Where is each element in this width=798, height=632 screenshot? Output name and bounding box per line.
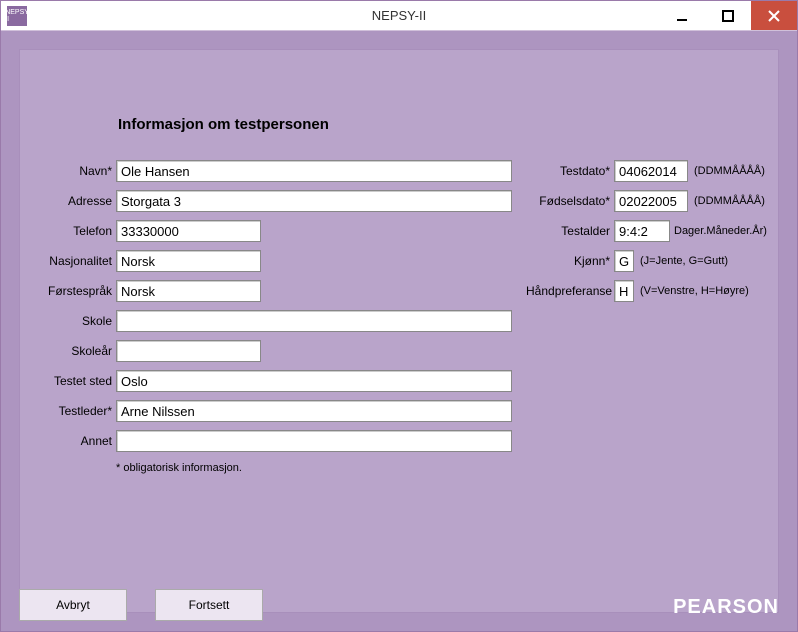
hint-testalder: Dager.Måneder.År) <box>674 225 767 237</box>
label-skole: Skole <box>20 314 116 328</box>
brand-logo: PEARSON <box>673 596 779 619</box>
app-window: NEPSY II NEPSY-II Informasjon om testper… <box>0 0 798 632</box>
hint-kjonn: (J=Jente, G=Gutt) <box>640 255 728 267</box>
label-kjonn: Kjønn* <box>526 254 614 268</box>
close-button[interactable] <box>751 1 797 30</box>
skole-input[interactable] <box>116 310 512 332</box>
label-testleder: Testleder* <box>20 404 116 418</box>
adresse-input[interactable] <box>116 190 512 212</box>
app-icon: NEPSY II <box>7 6 27 26</box>
hint-handpref: (V=Venstre, H=Høyre) <box>640 285 749 297</box>
handpref-input[interactable] <box>614 280 634 302</box>
label-skolear: Skoleår <box>20 344 116 358</box>
continue-label: Fortsett <box>189 598 230 612</box>
required-note: * obligatorisk informasjon. <box>116 462 242 474</box>
annet-input[interactable] <box>116 430 512 452</box>
navn-input[interactable] <box>116 160 512 182</box>
continue-button[interactable]: Fortsett <box>155 589 263 621</box>
hint-fodselsdato: (DDMMÅÅÅÅ) <box>694 195 765 207</box>
footer-buttons: Avbryt Fortsett <box>19 589 263 621</box>
testdato-input[interactable] <box>614 160 688 182</box>
label-fodselsdato: Fødselsdato* <box>526 194 614 208</box>
testetsted-input[interactable] <box>116 370 512 392</box>
label-annet: Annet <box>20 434 116 448</box>
label-adresse: Adresse <box>20 194 116 208</box>
hint-testdato: (DDMMÅÅÅÅ) <box>694 165 765 177</box>
label-handpref: Håndpreferanse <box>526 284 614 298</box>
label-testalder: Testalder <box>526 224 614 238</box>
forstesprak-input[interactable] <box>116 280 261 302</box>
maximize-button[interactable] <box>705 1 751 30</box>
skolear-input[interactable] <box>116 340 261 362</box>
label-testdato: Testdato* <box>526 164 614 178</box>
window-body: Informasjon om testpersonen Navn* Adress… <box>1 31 797 631</box>
label-nasjonalitet: Nasjonalitet <box>20 254 116 268</box>
label-forstesprak: Førstespråk <box>20 284 116 298</box>
cancel-button[interactable]: Avbryt <box>19 589 127 621</box>
maximize-icon <box>722 10 734 22</box>
label-navn: Navn* <box>20 164 116 178</box>
kjonn-input[interactable] <box>614 250 634 272</box>
cancel-label: Avbryt <box>56 598 90 612</box>
close-icon <box>768 10 780 22</box>
nasjonalitet-input[interactable] <box>116 250 261 272</box>
minimize-icon <box>676 10 688 22</box>
label-testetsted: Testet sted <box>20 374 116 388</box>
minimize-button[interactable] <box>659 1 705 30</box>
titlebar: NEPSY II NEPSY-II <box>1 1 797 31</box>
page-title: Informasjon om testpersonen <box>118 116 329 133</box>
telefon-input[interactable] <box>116 220 261 242</box>
fodselsdato-input[interactable] <box>614 190 688 212</box>
testalder-input[interactable] <box>614 220 670 242</box>
window-controls <box>659 1 797 30</box>
form-panel: Informasjon om testpersonen Navn* Adress… <box>19 49 779 613</box>
testleder-input[interactable] <box>116 400 512 422</box>
label-telefon: Telefon <box>20 224 116 238</box>
